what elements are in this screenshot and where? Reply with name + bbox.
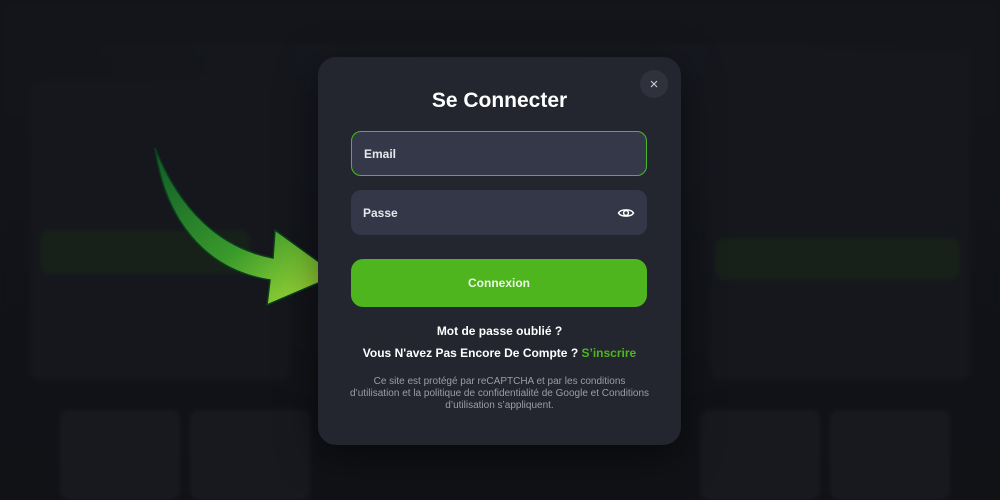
email-field[interactable] bbox=[364, 146, 634, 161]
no-account-text: Vous N'avez Pas Encore De Compte ? bbox=[362, 346, 579, 360]
signup-prompt: Vous N'avez Pas Encore De Compte ? S’ins… bbox=[318, 346, 681, 360]
modal-title: Se Connecter bbox=[431, 89, 568, 112]
signup-link[interactable]: S’inscrire bbox=[582, 346, 637, 360]
login-modal: × Se Connecter Connexion Mot de passe ou… bbox=[318, 57, 681, 445]
password-field[interactable] bbox=[363, 205, 617, 220]
forgot-password-link[interactable]: Mot de passe oublié ? bbox=[318, 324, 681, 338]
eye-icon[interactable] bbox=[617, 204, 635, 222]
recaptcha-legal-text: Ce site est protégé par reCAPTCHA et par… bbox=[349, 376, 650, 411]
green-arrow-icon bbox=[154, 147, 339, 307]
password-field-wrapper bbox=[351, 190, 647, 235]
email-field-wrapper bbox=[351, 131, 647, 176]
login-button[interactable]: Connexion bbox=[351, 259, 647, 307]
